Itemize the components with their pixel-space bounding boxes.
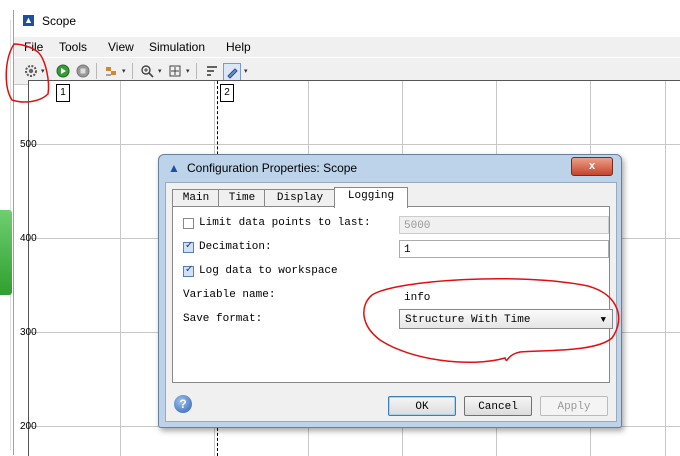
grid-line	[29, 144, 680, 145]
menu-tools[interactable]: Tools	[59, 40, 87, 54]
cursor-label-1[interactable]: 1	[56, 84, 70, 102]
grid-line	[665, 81, 666, 456]
log-row: Log data to workspace	[183, 264, 338, 277]
menu-view[interactable]: View	[108, 40, 134, 54]
zoom-in-icon[interactable]	[139, 63, 155, 79]
menu-file[interactable]: File	[24, 40, 43, 54]
save-format-value: Structure With Time	[405, 314, 531, 326]
grid-line	[120, 81, 121, 456]
save-format-select[interactable]: Structure With Time ▼	[399, 309, 613, 329]
menu-bar: File Tools View Simulation Help	[14, 37, 680, 57]
y-tick-label: 200	[20, 421, 37, 432]
title-bar: ▲ Scope	[14, 10, 680, 32]
limit-label: Limit data points to last:	[199, 217, 371, 229]
decimation-checkbox[interactable]	[183, 240, 194, 253]
varname-label: Variable name:	[183, 289, 276, 301]
saveformat-label: Save format:	[183, 313, 263, 325]
step-icon[interactable]	[103, 63, 119, 79]
apply-button[interactable]: Apply	[540, 396, 608, 416]
decimation-row: Decimation:	[183, 240, 272, 253]
dialog-title-bar[interactable]: ▲ Configuration Properties: Scope x	[159, 155, 621, 181]
variable-name-input[interactable]: info	[399, 288, 609, 306]
limit-row: Limit data points to last:	[183, 217, 371, 229]
cursor-measure-icon[interactable]	[204, 63, 220, 79]
edit-icon[interactable]	[223, 63, 241, 81]
close-button[interactable]: x	[571, 157, 613, 176]
background-green-bar	[0, 210, 12, 295]
y-tick-label: 300	[20, 327, 37, 338]
toolbar-separator	[196, 63, 197, 79]
stop-icon[interactable]	[75, 63, 91, 79]
autoscale-icon[interactable]	[167, 63, 183, 79]
saveformat-row: Save format:	[183, 313, 262, 325]
step-dropdown-icon[interactable]: ▾	[122, 67, 126, 75]
menu-simulation[interactable]: Simulation	[149, 40, 205, 54]
log-to-workspace-checkbox[interactable]	[183, 264, 194, 277]
edit-dropdown-icon[interactable]: ▾	[244, 67, 248, 75]
dialog-body: Main Time Display Logging Limit data poi…	[165, 182, 617, 422]
window-title: Scope	[42, 14, 77, 28]
y-tick-label: 400	[20, 233, 37, 244]
logging-panel: Limit data points to last: 5000 Decimati…	[172, 206, 613, 383]
gear-icon[interactable]	[23, 63, 39, 79]
run-icon[interactable]	[55, 63, 71, 79]
configuration-dialog: ▲ Configuration Properties: Scope x Main…	[158, 154, 622, 428]
log-to-workspace-label: Log data to workspace	[199, 265, 338, 277]
tab-main[interactable]: Main	[172, 189, 220, 207]
tab-display[interactable]: Display	[264, 189, 336, 207]
menu-help[interactable]: Help	[226, 40, 251, 54]
background-app-strip	[0, 0, 14, 455]
cursor-label-2[interactable]: 2	[220, 84, 234, 102]
limit-input[interactable]: 5000	[399, 216, 609, 234]
cancel-button[interactable]: Cancel	[464, 396, 532, 416]
ok-button[interactable]: OK	[388, 396, 456, 416]
y-tick-label: 500	[20, 139, 37, 150]
varname-row: Variable name:	[183, 289, 275, 301]
decimation-label: Decimation:	[199, 241, 272, 253]
toolbar-separator	[132, 63, 133, 79]
tab-logging[interactable]: Logging	[334, 187, 408, 208]
matlab-icon: ▲	[23, 15, 34, 26]
autoscale-dropdown-icon[interactable]: ▾	[186, 67, 190, 75]
dialog-title: Configuration Properties: Scope	[187, 161, 358, 175]
toolbar-separator	[96, 63, 97, 79]
tab-time[interactable]: Time	[218, 189, 266, 207]
dropdown-arrow-icon: ▼	[600, 315, 606, 325]
limit-checkbox[interactable]	[183, 217, 194, 229]
gear-dropdown-icon[interactable]: ▾	[41, 67, 45, 75]
decimation-input[interactable]: 1	[399, 240, 609, 258]
matlab-icon: ▲	[168, 161, 180, 175]
zoom-dropdown-icon[interactable]: ▾	[158, 67, 162, 75]
help-button[interactable]: ?	[174, 395, 192, 413]
